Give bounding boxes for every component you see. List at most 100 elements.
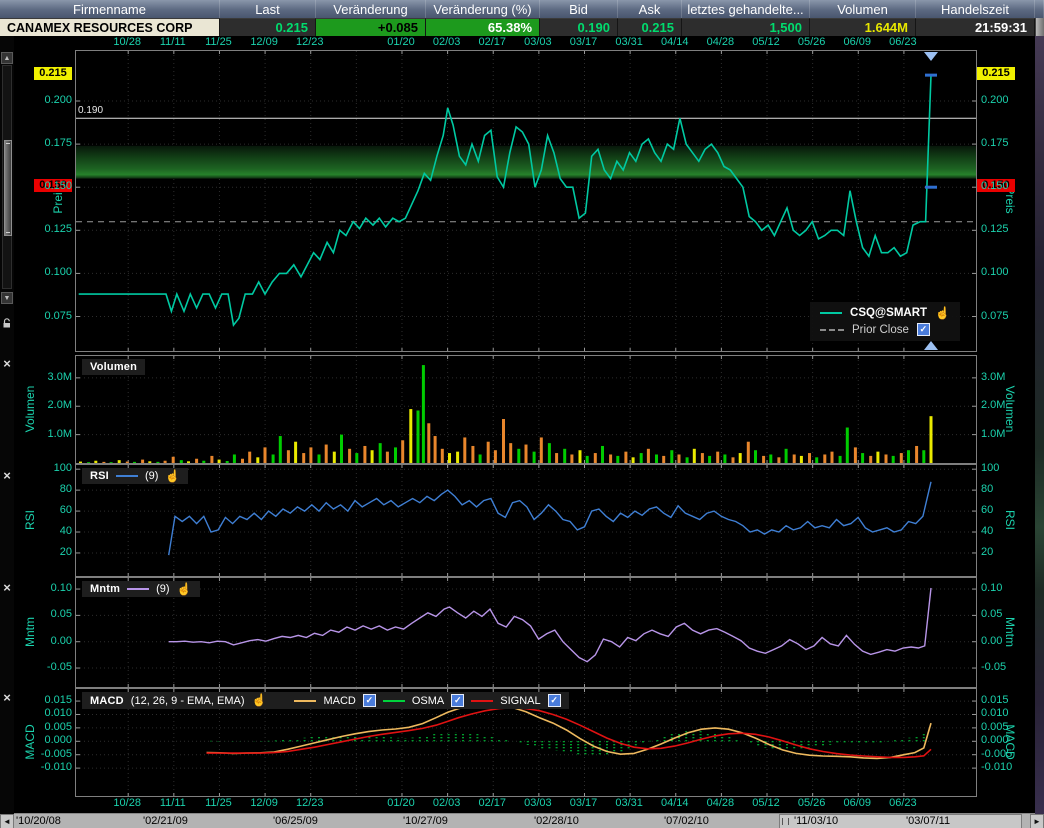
x-tick-label: 05/26 <box>788 797 836 809</box>
rsi-line-swatch <box>116 475 138 477</box>
macd-panel-header[interactable]: MACD (12, 26, 9 - EMA, EMA) ☝ MACD ✓ OSM… <box>82 692 569 709</box>
y-tick-label: 2.0M <box>981 399 1029 412</box>
x-tick-label: 03/03 <box>514 797 562 809</box>
macd-legend-label: MACD <box>323 695 355 707</box>
quote-panel: Firmenname Last Veränderung Veränderung … <box>0 0 1044 36</box>
signal-line-swatch <box>471 700 493 702</box>
price-legend: CSQ@SMART ☝ Prior Close ✓ <box>810 302 960 341</box>
x-tick-label: 03/31 <box>605 36 653 48</box>
quote-scrollbar[interactable] <box>1035 18 1044 36</box>
mntm-title: Mntm <box>90 583 120 595</box>
y-tick-label: 2.0M <box>28 399 72 412</box>
signal-legend-label: SIGNAL <box>500 695 540 707</box>
rsi-series-line <box>169 482 931 555</box>
close-volume-panel-button[interactable]: × <box>1 358 13 370</box>
trade-time-cell[interactable]: 21:59:31 <box>916 18 1035 36</box>
left-rail: ▲ ▼ × × × × <box>0 36 14 828</box>
macd-settings-label: (12, 26, 9 - EMA, EMA) <box>131 695 245 707</box>
y-tick-label: -0.010 <box>28 761 72 774</box>
last-price-cell[interactable]: 0.215 <box>220 18 316 36</box>
price-marker-tick <box>925 74 937 77</box>
signal-checkbox[interactable]: ✓ <box>548 694 561 707</box>
bid-cell[interactable]: 0.190 <box>540 18 618 36</box>
y-tick-label: 20 <box>981 546 1029 559</box>
price-plot[interactable]: 0.190 CSQ@SMART ☝ Prior Close ✓ <box>75 50 977 352</box>
column-header-volumen[interactable]: Volumen <box>810 0 916 18</box>
company-name-cell[interactable]: CANAMEX RESOURCES CORP <box>0 18 220 36</box>
volume-panel-header[interactable]: Volumen <box>82 359 145 375</box>
legend-prior-close-row[interactable]: Prior Close ✓ <box>820 323 950 336</box>
osma-checkbox[interactable]: ✓ <box>451 694 464 707</box>
last-size-cell[interactable]: 1,500 <box>682 18 810 36</box>
y-tick-label: 0.175 <box>28 137 72 150</box>
y-tick-label: 0.075 <box>28 310 72 323</box>
column-header-bid[interactable]: Bid <box>540 0 618 18</box>
mntm-period-label: (9) <box>156 583 169 595</box>
gridlines <box>76 465 976 576</box>
timeline-range-label: '11/03/10 <box>794 815 838 827</box>
column-header-handelszeit[interactable]: Handelszeit <box>916 0 1035 18</box>
vertical-scrollbar-track[interactable] <box>2 65 12 289</box>
mntm-panel-header[interactable]: Mntm (9) ☝ <box>82 581 200 597</box>
column-header-last[interactable]: Last <box>220 0 316 18</box>
close-macd-panel-button[interactable]: × <box>1 692 13 704</box>
quote-header-row: Firmenname Last Veränderung Veränderung … <box>0 0 1044 18</box>
y-tick-label: 100 <box>981 462 1029 475</box>
close-rsi-panel-button[interactable]: × <box>1 470 13 482</box>
hand-cursor-icon: ☝ <box>935 308 950 319</box>
mntm-chart-svg <box>76 578 976 687</box>
macd-checkbox[interactable]: ✓ <box>363 694 376 707</box>
y-tick-label: 0.015 <box>28 694 72 707</box>
y-tick-label: 3.0M <box>28 371 72 384</box>
rsi-panel: RSI RSI RSI (9) ☝ 1001008080606040402020 <box>0 464 1044 575</box>
x-tick-label: 12/09 <box>240 797 288 809</box>
change-pct-cell[interactable]: 65.38% <box>426 18 540 36</box>
x-tick-label: 02/03 <box>423 797 471 809</box>
volume-plot[interactable]: Volumen <box>75 355 977 464</box>
y-tick-label: 0.00 <box>981 635 1029 648</box>
x-tick-label: 11/25 <box>194 797 242 809</box>
unlock-icon[interactable] <box>2 316 13 327</box>
x-tick-label: 06/23 <box>879 797 927 809</box>
volume-cell[interactable]: 1.644M <box>810 18 916 36</box>
column-header-ask[interactable]: Ask <box>618 0 682 18</box>
rsi-chart-svg <box>76 465 976 576</box>
thumb-grip <box>782 818 789 825</box>
thumb-grip <box>6 232 10 233</box>
y-tick-label: 0.200 <box>981 94 1029 107</box>
x-tick-label: 11/11 <box>149 36 197 48</box>
column-header-firmenname[interactable]: Firmenname <box>0 0 220 18</box>
osma-legend-label: OSMA <box>412 695 444 707</box>
prior-close-checkbox[interactable]: ✓ <box>917 323 930 336</box>
mntm-panel: Mntm Mntm Mntm (9) ☝ 0.100.100.050.050.0… <box>0 577 1044 686</box>
window-edge-strip[interactable] <box>1035 36 1044 828</box>
rsi-plot[interactable]: RSI (9) ☝ <box>75 464 977 577</box>
vertical-scroll-up-button[interactable]: ▲ <box>1 52 13 64</box>
change-cell[interactable]: +0.085 <box>316 18 426 36</box>
close-mntm-panel-button[interactable]: × <box>1 582 13 594</box>
column-header-last-size[interactable]: letztes gehandelte... <box>682 0 810 18</box>
legend-series-row[interactable]: CSQ@SMART ☝ <box>820 307 950 319</box>
mntm-plot[interactable]: Mntm (9) ☝ <box>75 577 977 688</box>
y-tick-label: 0.125 <box>981 223 1029 236</box>
osma-bars <box>211 731 924 755</box>
thumb-grip <box>6 143 10 144</box>
tick-marks <box>76 465 976 576</box>
vertical-scroll-down-button[interactable]: ▼ <box>1 292 13 304</box>
timeline-scrollbar[interactable]: ◄ '10/20/08'02/21/09'06/25/09'10/27/09'0… <box>0 813 1044 828</box>
y-tick-label: 0.000 <box>28 734 72 747</box>
macd-plot[interactable]: MACD (12, 26, 9 - EMA, EMA) ☝ MACD ✓ OSM… <box>75 688 977 797</box>
ask-cell[interactable]: 0.215 <box>618 18 682 36</box>
ask-price-badge-left: 0.215 <box>34 67 72 80</box>
x-tick-label: 05/12 <box>742 797 790 809</box>
scroll-left-button[interactable]: ◄ <box>0 814 14 828</box>
rsi-panel-header[interactable]: RSI (9) ☝ <box>82 468 188 484</box>
x-tick-label: 01/20 <box>377 36 425 48</box>
x-tick-label: 03/17 <box>560 797 608 809</box>
column-header-veraenderung[interactable]: Veränderung <box>316 0 426 18</box>
vertical-scrollbar-thumb[interactable] <box>4 140 12 236</box>
column-header-veraenderung-pct[interactable]: Veränderung (%) <box>426 0 540 18</box>
time-marker-bottom-icon <box>924 341 938 350</box>
quote-value-row[interactable]: CANAMEX RESOURCES CORP 0.215 +0.085 65.3… <box>0 18 1044 36</box>
scroll-right-button[interactable]: ► <box>1030 814 1044 828</box>
